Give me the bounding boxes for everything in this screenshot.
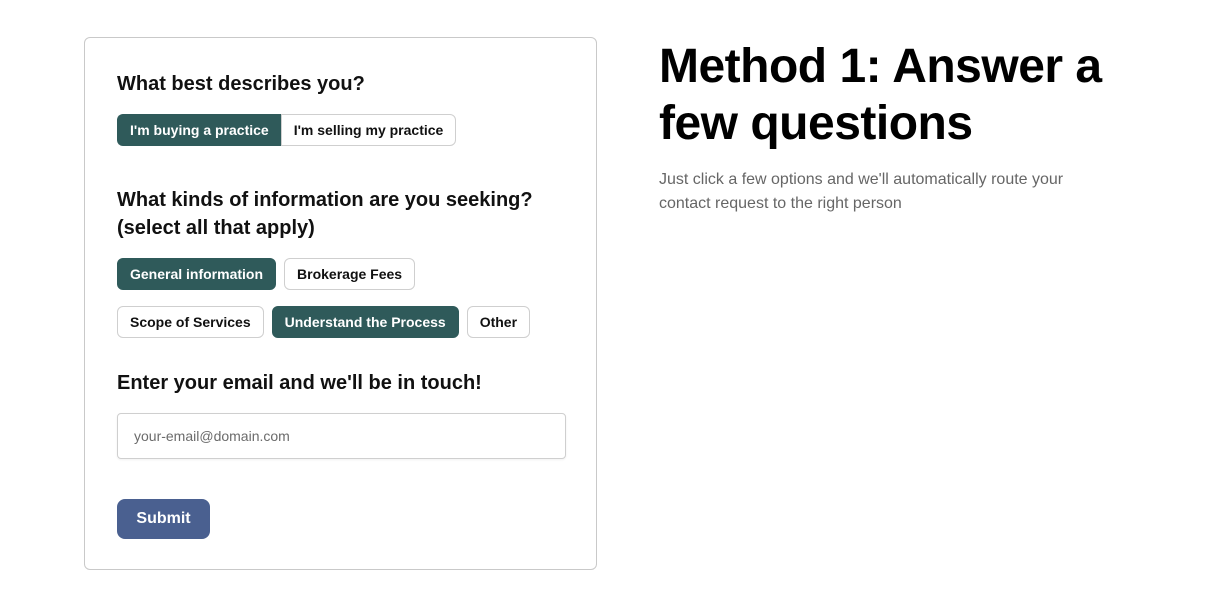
method-description: Just click a few options and we'll autom… bbox=[659, 171, 1064, 212]
scope-of-services-option[interactable]: Scope of Services bbox=[117, 306, 264, 338]
info-question: What kinds of information are you seekin… bbox=[117, 189, 533, 239]
submit-button[interactable]: Submit bbox=[117, 499, 210, 539]
role-toggle-group: I'm buying a practice I'm selling my pra… bbox=[117, 114, 457, 146]
buying-practice-option[interactable]: I'm buying a practice bbox=[117, 114, 281, 146]
brokerage-fees-option[interactable]: Brokerage Fees bbox=[284, 258, 416, 290]
general-information-option[interactable]: General information bbox=[117, 258, 277, 290]
email-input[interactable] bbox=[117, 413, 566, 459]
understand-process-option[interactable]: Understand the Process bbox=[271, 306, 459, 338]
other-option[interactable]: Other bbox=[466, 306, 531, 338]
method-title: Method 1: Answer a few questions bbox=[659, 40, 1102, 150]
info-options-group: General information Brokerage Fees Scope… bbox=[117, 258, 557, 338]
role-question: What best describes you? bbox=[117, 73, 365, 95]
email-heading: Enter your email and we'll be in touch! bbox=[117, 372, 482, 394]
contact-form-card: What best describes you? I'm buying a pr… bbox=[84, 37, 597, 570]
selling-practice-option[interactable]: I'm selling my practice bbox=[280, 114, 457, 146]
